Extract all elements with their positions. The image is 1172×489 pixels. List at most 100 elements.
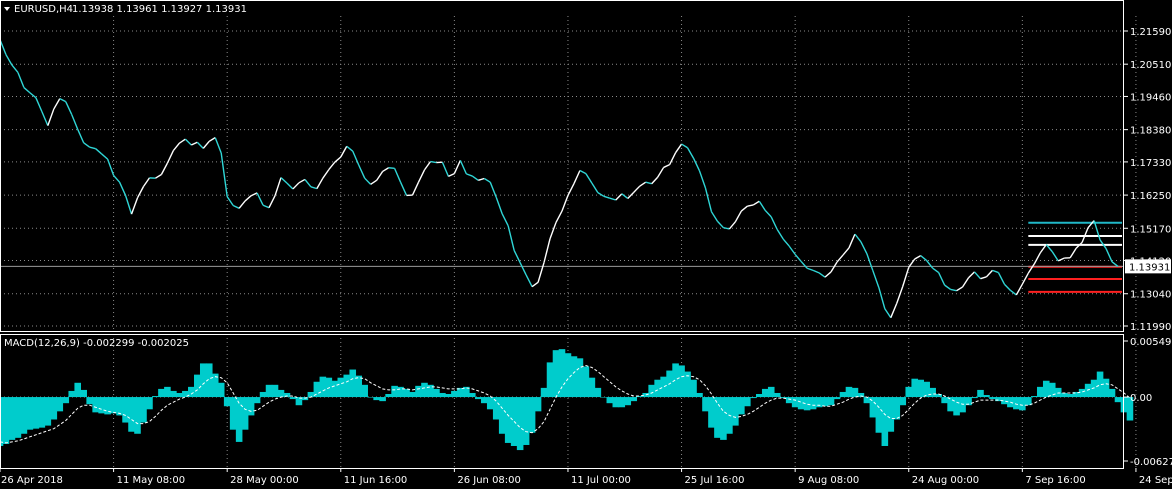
price-segment (812, 269, 820, 274)
price-segment (101, 153, 109, 160)
macd-bar (379, 397, 386, 402)
macd-bar (319, 376, 327, 398)
macd-bar (403, 388, 410, 398)
macd-bar (905, 386, 913, 398)
macd-bar (899, 397, 907, 406)
macd-bar (128, 397, 135, 432)
macd-bar (971, 397, 978, 399)
price-segment (603, 195, 611, 199)
price-segment (399, 181, 408, 196)
macd-bar (941, 397, 948, 404)
price-segment (489, 181, 497, 198)
price-segment (226, 196, 234, 206)
price-segment (698, 170, 707, 189)
ohlc-values: 1.13938 1.13961 1.13927 1.13931 (72, 4, 247, 15)
macd-bar (1054, 387, 1062, 398)
price-segment (663, 164, 670, 169)
price-segment (352, 150, 360, 166)
symbol-label: EURUSD,H4 (14, 4, 73, 15)
macd-bar (773, 392, 781, 398)
price-segment (388, 167, 395, 170)
price-segment (130, 197, 139, 215)
macd-bar (1036, 386, 1044, 398)
price-segment (393, 168, 402, 183)
price-segment (681, 143, 688, 149)
price-segment (244, 195, 252, 202)
price-segment (292, 182, 300, 190)
time-tick-label: 24 Sep 08:00 (1139, 475, 1172, 486)
price-segment (172, 142, 180, 151)
macd-bar (893, 397, 901, 420)
price-segment (537, 262, 545, 283)
price-segment (818, 272, 826, 278)
macd-indicator-label: MACD(12,26,9) -0.002299 -0.002025 (4, 338, 189, 349)
macd-bar (8, 397, 16, 440)
price-segment (884, 308, 892, 319)
macd-bar (152, 396, 159, 398)
price-segment (830, 261, 838, 273)
macd-bar (600, 397, 608, 398)
macd-bar (767, 386, 775, 398)
macd-bar (851, 387, 859, 398)
macd-bar (504, 397, 512, 443)
macd-bar (122, 397, 129, 423)
price-segment (1057, 257, 1065, 262)
price-tick-label: 1.18380 (1130, 126, 1171, 137)
macd-bar (86, 397, 93, 405)
price-segment (567, 183, 575, 196)
price-segment (411, 181, 420, 196)
price-segment (382, 167, 389, 173)
macd-bar (1031, 396, 1038, 398)
price-segment (466, 173, 473, 177)
price-segment (692, 157, 701, 172)
macd-bar (32, 397, 40, 429)
macd-bar (546, 362, 554, 398)
price-segment (836, 254, 844, 263)
macd-bar (702, 397, 709, 412)
price-segment (956, 286, 963, 292)
price-segment (17, 72, 25, 88)
macd-bar (540, 387, 548, 398)
chart-canvas[interactable]: 1.21590 1.20510 1.19460 1.18380 1.17330 1.162… (0, 0, 1172, 489)
macd-bar (247, 397, 255, 416)
time-tick-label: 11 Jun 16:00 (344, 475, 408, 486)
price-segment (136, 186, 145, 199)
macd-bar (492, 397, 500, 420)
price-segment (316, 177, 324, 189)
price-segment (878, 287, 886, 309)
time-tick-label: 28 May 00:00 (230, 475, 299, 486)
chevron-down-icon[interactable] (4, 7, 10, 11)
price-segment (5, 54, 13, 66)
price-segment (621, 193, 629, 200)
price-segment (716, 220, 724, 229)
macd-bar (1078, 388, 1086, 398)
price-segment (890, 302, 898, 318)
price-segment (842, 247, 850, 256)
price-segment (961, 277, 970, 288)
macd-bar (445, 394, 452, 398)
macd-bar (474, 397, 482, 400)
current-price-tag: 1.13931 (1125, 259, 1171, 274)
chart-window[interactable]: 1.21590 1.20510 1.19460 1.18380 1.17330 1.162… (0, 0, 1172, 489)
price-segment (668, 152, 677, 165)
price-segment (417, 169, 426, 183)
time-tick-label: 25 Jul 16:00 (685, 475, 745, 486)
price-segment (441, 161, 450, 177)
price-segment (113, 174, 121, 183)
price-segment (561, 195, 569, 212)
macd-bar (217, 382, 225, 398)
price-segment (423, 161, 432, 171)
macd-bar (827, 397, 835, 406)
macd-bar (38, 397, 46, 428)
price-segment (214, 137, 222, 154)
macd-bar (947, 397, 954, 412)
macd-bar (791, 397, 799, 408)
macd-bar (558, 349, 566, 398)
price-segment (83, 142, 91, 148)
price-segment (914, 255, 922, 260)
price-segment (1021, 272, 1029, 285)
price-tick-label: 1.11990 (1130, 322, 1171, 333)
price-segment (992, 269, 999, 274)
price-segment (483, 177, 491, 183)
price-segment (752, 200, 760, 206)
